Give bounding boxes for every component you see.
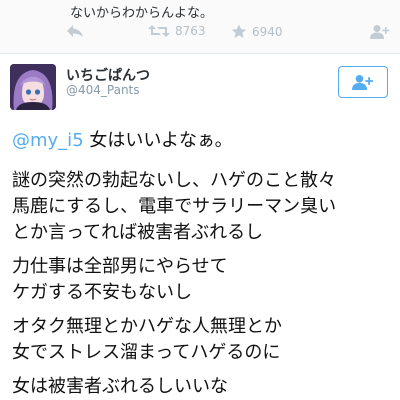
retweet-count: 8763 xyxy=(175,24,206,38)
reply-arrow-icon xyxy=(67,25,83,37)
reply-text: 女はいいよなぁ。 xyxy=(83,130,233,151)
tweet-line: ケガする不安もないし xyxy=(12,282,192,303)
reply-line: @my_i5 女はいいよなぁ。 xyxy=(12,128,392,154)
previous-tweet-actions: 8763 6940 xyxy=(0,24,400,46)
tweet-line: 謎の突然の勃起ないし、ハゲのこと散々 xyxy=(12,170,336,191)
reply-button[interactable] xyxy=(66,24,84,38)
user-handle[interactable]: @404_Pants xyxy=(66,83,140,97)
tweet-line: 力仕事は全部男にやらせて xyxy=(12,256,228,277)
previous-follow-button[interactable] xyxy=(370,24,390,40)
favorite-button[interactable]: 6940 xyxy=(231,24,283,39)
tweet-paragraph-4: 女は被害者ぶれるしいいな xyxy=(12,374,392,400)
follow-button[interactable] xyxy=(338,66,388,98)
tweet-paragraph-1: 謎の突然の勃起ないし、ハゲのこと散々 馬鹿にするし、電車でサラリーマン臭い とか… xyxy=(12,168,392,246)
previous-tweet-text: ないからわからんよな。 xyxy=(70,6,214,21)
tweet-line: 女は被害者ぶれるしいいな xyxy=(12,376,228,397)
user-name[interactable]: いちごぱんつ xyxy=(66,65,150,85)
tweet-line: オタク無理とかハゲな人無理とか xyxy=(12,316,282,337)
add-person-icon xyxy=(352,74,373,90)
previous-tweet: ないからわからんよな。 8763 6940 xyxy=(0,0,400,54)
star-icon xyxy=(231,24,247,38)
tweet-line: とか言ってれば被害者ぶれるし xyxy=(12,222,264,243)
tweet-line: 女でストレス溜まってハゲるのに xyxy=(12,342,281,363)
add-person-icon xyxy=(370,25,390,39)
avatar[interactable] xyxy=(10,64,56,110)
tweet-text: @my_i5 女はいいよなぁ。 謎の突然の勃起ないし、ハゲのこと散々 馬鹿にする… xyxy=(12,128,392,400)
tweet-paragraph-3: オタク無理とかハゲな人無理とか 女でストレス溜まってハゲるのに xyxy=(12,314,392,366)
mention-link[interactable]: @my_i5 xyxy=(12,130,84,151)
retweet-button[interactable]: 8763 xyxy=(148,24,206,38)
retweet-icon xyxy=(148,25,170,37)
favorite-count: 6940 xyxy=(252,24,283,39)
tweet-header: いちごぱんつ @404_Pants xyxy=(0,54,400,116)
tweet-paragraph-2: 力仕事は全部男にやらせて ケガする不安もないし xyxy=(12,254,392,306)
avatar-image xyxy=(10,64,56,110)
tweet-line: 馬鹿にするし、電車でサラリーマン臭い xyxy=(12,196,337,217)
